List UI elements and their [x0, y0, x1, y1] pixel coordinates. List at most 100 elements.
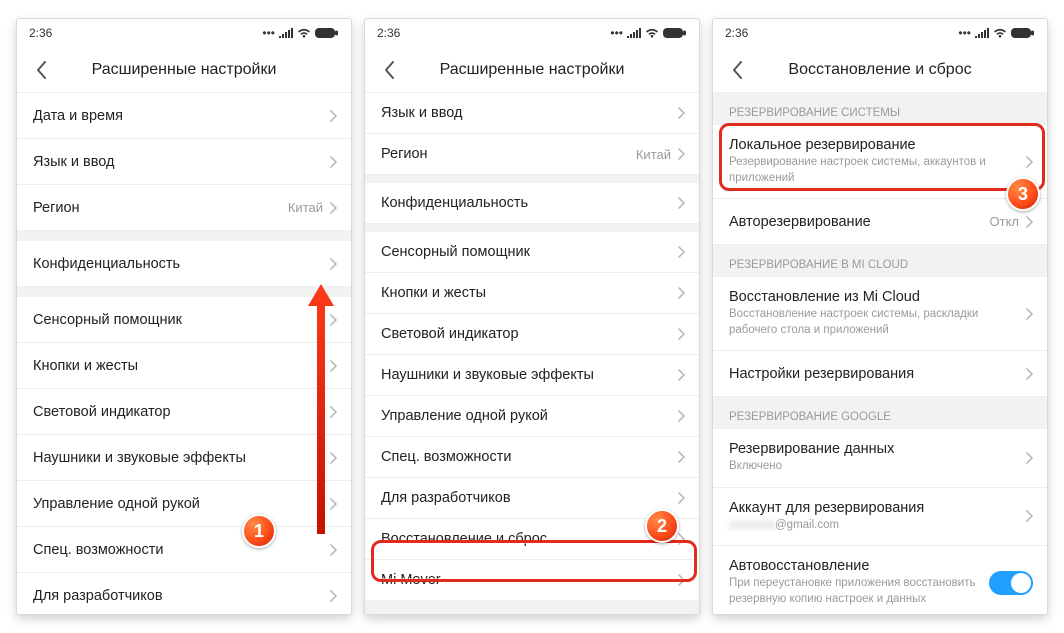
row-backup-reset[interactable]: Восстановление и сброс: [365, 519, 699, 560]
row-buttons-gestures[interactable]: Кнопки и жесты: [17, 343, 351, 389]
row-auto-restore[interactable]: Автовосстановление При переустановке при…: [713, 546, 1047, 614]
row-data-backup[interactable]: Резервирование данных Включено: [713, 429, 1047, 488]
row-one-hand[interactable]: Управление одной рукой: [17, 481, 351, 527]
row-label: Дата и время: [33, 108, 329, 124]
row-sub: xxxxxxxx@gmail.com: [729, 518, 1025, 534]
chevron-right-icon: [677, 369, 685, 381]
chevron-right-icon: [329, 498, 337, 510]
battery-icon: [315, 27, 339, 39]
chevron-right-icon: [677, 197, 685, 209]
content[interactable]: РЕЗЕРВИРОВАНИЕ СИСТЕМЫ Локальное резерви…: [713, 93, 1047, 614]
chevron-right-icon: [329, 156, 337, 168]
chevron-right-icon: [1025, 156, 1033, 168]
row-label: Восстановление и сброс: [381, 531, 677, 547]
row-region[interactable]: Регион Китай: [17, 185, 351, 231]
wifi-icon: [297, 28, 311, 38]
status-icons: •••: [610, 26, 687, 40]
row-headphones-sfx[interactable]: Наушники и звуковые эффекты: [17, 435, 351, 481]
row-lang-input[interactable]: Язык и ввод: [17, 139, 351, 185]
row-value: Китай: [636, 147, 671, 162]
chevron-left-icon: [732, 61, 743, 79]
row-label: Кнопки и жесты: [381, 285, 677, 301]
chevron-right-icon: [329, 406, 337, 418]
chevron-right-icon: [677, 451, 685, 463]
row-label: Автовосстановление: [729, 558, 989, 574]
row-label: Авторезервирование: [729, 214, 990, 230]
row-label: Наушники и звуковые эффекты: [381, 367, 677, 383]
row-developer[interactable]: Для разработчиков: [17, 573, 351, 614]
page-title: Восстановление и сброс: [713, 61, 1047, 79]
row-label: Восстановление из Mi Cloud: [729, 289, 1025, 305]
row-label: Управление одной рукой: [381, 408, 677, 424]
toggle-switch[interactable]: [989, 571, 1033, 595]
status-time: 2:36: [29, 26, 52, 40]
row-privacy[interactable]: Конфиденциальность: [365, 183, 699, 224]
row-privacy[interactable]: Конфиденциальность: [17, 241, 351, 287]
chevron-right-icon: [329, 360, 337, 372]
row-accessibility[interactable]: Спец. возможности: [17, 527, 351, 573]
row-buttons-gestures[interactable]: Кнопки и жесты: [365, 273, 699, 314]
row-restore-mi-cloud[interactable]: Восстановление из Mi Cloud Восстановлени…: [713, 277, 1047, 351]
row-developer[interactable]: Для разработчиков: [365, 478, 699, 519]
status-bar: 2:36 •••: [17, 19, 351, 47]
row-label: Для разработчиков: [33, 588, 329, 604]
battery-icon: [663, 27, 687, 39]
header: Расширенные настройки: [17, 47, 351, 93]
row-touch-assist[interactable]: Сенсорный помощник: [17, 297, 351, 343]
page-title: Расширенные настройки: [365, 61, 699, 79]
row-headphones-sfx[interactable]: Наушники и звуковые эффекты: [365, 355, 699, 396]
row-touch-assist[interactable]: Сенсорный помощник: [365, 232, 699, 273]
row-local-backup[interactable]: Локальное резервирование Резервирование …: [713, 125, 1047, 199]
row-label: Язык и ввод: [381, 105, 677, 121]
row-accessibility[interactable]: Спец. возможности: [365, 437, 699, 478]
header: Восстановление и сброс: [713, 47, 1047, 93]
row-label: Для разработчиков: [381, 490, 677, 506]
phone-3: 2:36 ••• Восстановление и сброс РЕЗЕРВИР…: [712, 18, 1048, 615]
chevron-right-icon: [677, 492, 685, 504]
row-backup-settings[interactable]: Настройки резервирования: [713, 351, 1047, 397]
row-label: Сенсорный помощник: [381, 244, 677, 260]
row-auto-backup[interactable]: Авторезервирование Откл: [713, 199, 1047, 245]
chevron-right-icon: [329, 314, 337, 326]
row-region[interactable]: Регион Китай: [365, 134, 699, 175]
back-button[interactable]: [373, 54, 405, 86]
status-icons: •••: [262, 26, 339, 40]
chevron-left-icon: [36, 61, 47, 79]
row-date-time[interactable]: Дата и время: [17, 93, 351, 139]
back-button[interactable]: [721, 54, 753, 86]
row-label: Резервирование данных: [729, 441, 1025, 457]
row-label: Регион: [381, 146, 636, 162]
chevron-right-icon: [677, 246, 685, 258]
chevron-left-icon: [384, 61, 395, 79]
content[interactable]: Дата и время Язык и ввод Регион Китай Ко…: [17, 93, 351, 614]
section-header-mi-cloud: РЕЗЕРВИРОВАНИЕ В MI CLOUD: [713, 245, 1047, 277]
row-label: Язык и ввод: [33, 154, 329, 170]
chevron-right-icon: [677, 287, 685, 299]
more-icon: •••: [262, 26, 275, 40]
wifi-icon: [993, 28, 1007, 38]
chevron-right-icon: [1025, 452, 1033, 464]
back-button[interactable]: [25, 54, 57, 86]
row-mi-mover[interactable]: Mi Mover: [365, 560, 699, 600]
row-one-hand[interactable]: Управление одной рукой: [365, 396, 699, 437]
chevron-right-icon: [1025, 308, 1033, 320]
chevron-right-icon: [677, 410, 685, 422]
row-value: Откл: [990, 214, 1020, 229]
row-label: Сенсорный помощник: [33, 312, 329, 328]
chevron-right-icon: [1025, 368, 1033, 380]
chevron-right-icon: [329, 452, 337, 464]
group-gap: [365, 224, 699, 232]
status-bar: 2:36 •••: [365, 19, 699, 47]
signal-icon: [627, 28, 641, 38]
row-label: Наушники и звуковые эффекты: [33, 450, 329, 466]
content[interactable]: Язык и ввод Регион Китай Конфиденциально…: [365, 93, 699, 614]
row-backup-account[interactable]: Аккаунт для резервирования xxxxxxxx@gmai…: [713, 488, 1047, 547]
chevron-right-icon: [329, 202, 337, 214]
status-bar: 2:36 •••: [713, 19, 1047, 47]
row-led[interactable]: Световой индикатор: [17, 389, 351, 435]
row-label: Аккаунт для резервирования: [729, 500, 1025, 516]
row-led[interactable]: Световой индикатор: [365, 314, 699, 355]
row-lang-input[interactable]: Язык и ввод: [365, 93, 699, 134]
status-time: 2:36: [377, 26, 400, 40]
row-label: Mi Mover: [381, 572, 677, 588]
